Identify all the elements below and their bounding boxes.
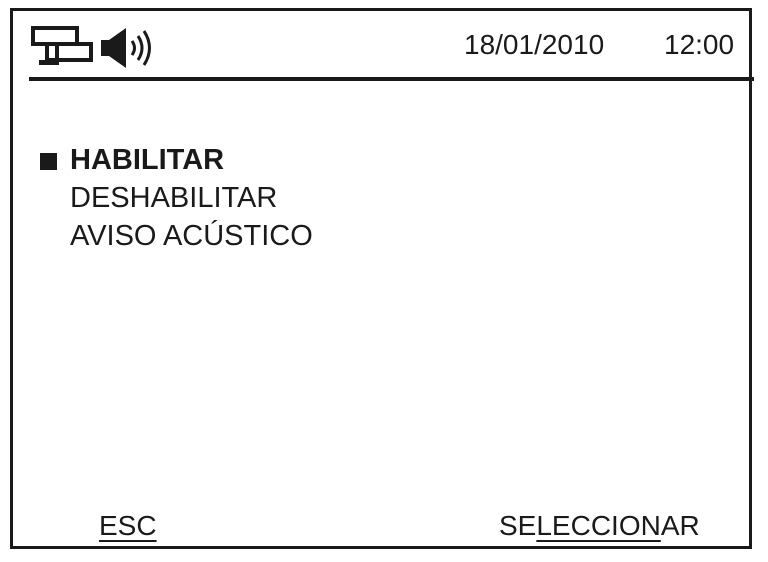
esc-softkey[interactable]: ESC [99,510,157,542]
network-icon [31,26,93,65]
softkey-label-part: LECCION [536,510,661,541]
status-bar: 18/01/2010 12:00 [13,11,749,79]
softkey-label-part: AR [660,510,700,541]
status-date: 18/01/2010 [464,29,605,60]
softkey-label-part: SE [499,510,537,541]
menu-item-aviso-acustico[interactable]: AVISO ACÚSTICO [13,217,433,255]
selection-marker-icon [40,153,57,170]
speaker-icon [101,28,151,68]
seleccionar-softkey[interactable]: SELECCIONAR [499,510,700,542]
status-divider [29,77,754,81]
menu-item-label: HABILITAR [70,144,225,176]
menu-item-habilitar[interactable]: HABILITAR [13,141,433,179]
status-time: 12:00 [664,29,735,60]
menu-item-label: AVISO ACÚSTICO [70,220,313,252]
menu-item-deshabilitar[interactable]: DESHABILITAR [13,179,433,217]
device-screen: 18/01/2010 12:00 HABILITAR DESHABILITAR … [10,8,754,549]
menu-item-label: DESHABILITAR [70,182,278,214]
